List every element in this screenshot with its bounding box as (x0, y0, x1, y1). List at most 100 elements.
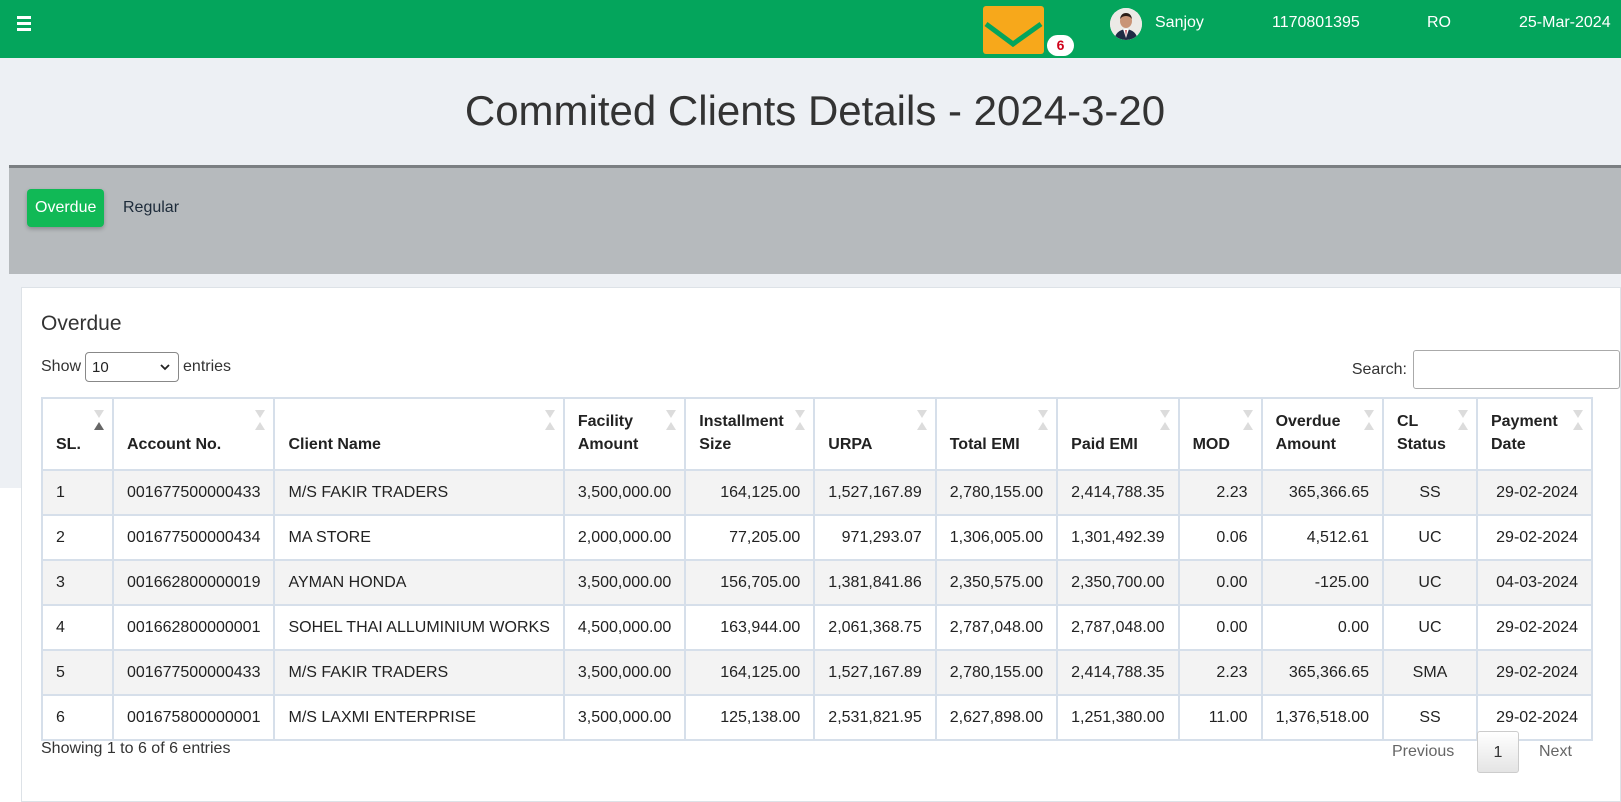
table-cell: 2,061,368.75 (813, 604, 937, 651)
table-cell: 1,527,167.89 (813, 469, 937, 516)
table-cell: 125,138.00 (684, 694, 816, 741)
table-cell: 1,527,167.89 (813, 649, 937, 696)
user-id: 1170801395 (1272, 14, 1360, 31)
table-wrapper: SL. Account No. Client Name Facility Amo… (41, 397, 1621, 741)
sort-icon (795, 409, 806, 433)
sort-icon (1457, 409, 1468, 433)
table-cell: 29-02-2024 (1475, 604, 1593, 651)
table-cell: 1 (41, 469, 114, 516)
search-control: Search: (1352, 350, 1620, 389)
sort-icon (1159, 409, 1170, 433)
table-cell: 1,376,518.00 (1260, 694, 1384, 741)
column-header-payment-date[interactable]: Payment Date (1475, 397, 1593, 471)
table-cell: 29-02-2024 (1475, 649, 1593, 696)
table-cell: 0.00 (1177, 559, 1263, 606)
mail-icon[interactable] (983, 6, 1044, 54)
table-cell: 001677500000434 (111, 514, 276, 561)
entries-select-value: 10 (92, 358, 109, 376)
entries-label: entries (183, 358, 232, 375)
table-cell: 2,350,700.00 (1056, 559, 1180, 606)
table-cell: 3,500,000.00 (562, 559, 687, 606)
column-header-urpa[interactable]: URPA (813, 397, 937, 471)
table-cell: 2,350,575.00 (934, 559, 1059, 606)
user-name: Sanjoy (1155, 14, 1204, 31)
table-cell: 163,944.00 (684, 604, 816, 651)
sort-icon (1242, 409, 1253, 433)
next-page-button[interactable]: Next (1539, 743, 1572, 761)
table-cell: 0.06 (1177, 514, 1263, 561)
show-label: Show (41, 358, 82, 375)
tab-regular[interactable]: Regular (115, 189, 187, 227)
table-cell: 04-03-2024 (1475, 559, 1593, 606)
search-input[interactable] (1413, 350, 1620, 389)
table-cell: 29-02-2024 (1475, 469, 1593, 516)
table-cell: 164,125.00 (684, 649, 816, 696)
table-cell: 971,293.07 (813, 514, 937, 561)
clients-table: SL. Account No. Client Name Facility Amo… (41, 397, 1593, 741)
search-label: Search: (1351, 360, 1407, 378)
table-cell: 2,414,788.35 (1056, 649, 1180, 696)
previous-page-button[interactable]: Previous (1392, 743, 1454, 761)
table-cell: 77,205.00 (684, 514, 816, 561)
table-header-row: SL. Account No. Client Name Facility Amo… (41, 397, 1593, 471)
table-cell: 4,512.61 (1260, 514, 1384, 561)
table-cell: 4,500,000.00 (562, 604, 687, 651)
column-header-facility-amount[interactable]: Facility Amount (562, 397, 687, 471)
overdue-card: Overdue Show 10 entries Search: SL. Acco… (21, 287, 1621, 802)
sort-icon (255, 409, 266, 433)
table-cell: 001662800000001 (111, 604, 276, 651)
table-cell: 365,366.65 (1260, 469, 1384, 516)
column-header-mod[interactable]: MOD (1177, 397, 1263, 471)
card-title: Overdue (41, 312, 122, 335)
table-cell: 2,531,821.95 (813, 694, 937, 741)
table-cell: MA STORE (273, 514, 565, 561)
table-cell: 2,627,898.00 (934, 694, 1059, 741)
table-cell: 1,251,380.00 (1056, 694, 1180, 741)
sort-icon (94, 409, 104, 433)
table-cell: 0.00 (1260, 604, 1384, 651)
table-cell: 11.00 (1177, 694, 1263, 741)
table-cell: 2,780,155.00 (934, 469, 1059, 516)
table-cell: 2 (41, 514, 114, 561)
sort-icon (544, 409, 555, 433)
column-header-total-emi[interactable]: Total EMI (934, 397, 1059, 471)
page-1-button[interactable]: 1 (1477, 731, 1519, 773)
table-cell: 3,500,000.00 (562, 469, 687, 516)
table-cell: UC (1381, 514, 1478, 561)
table-cell: M/S FAKIR TRADERS (273, 649, 565, 696)
table-cell: 001662800000019 (111, 559, 276, 606)
table-cell: 4 (41, 604, 114, 651)
table-cell: SS (1381, 469, 1478, 516)
table-cell: 1,301,492.39 (1056, 514, 1180, 561)
column-header-cl-status[interactable]: CL Status (1381, 397, 1478, 471)
column-header-client-name[interactable]: Client Name (273, 397, 565, 471)
table-body: 1 001677500000433 M/S FAKIR TRADERS 3,500,0… (41, 469, 1593, 741)
column-header-sl[interactable]: SL. (41, 397, 114, 471)
column-header-installment-size[interactable]: Installment Size (684, 397, 816, 471)
table-cell: 3,500,000.00 (562, 694, 687, 741)
table-cell: M/S FAKIR TRADERS (273, 469, 565, 516)
sort-icon (666, 409, 677, 433)
entries-length-control: Show 10 entries (41, 352, 231, 382)
table-row: 4 001662800000001 SOHEL THAI ALLUMINIUM WO… (41, 604, 1593, 651)
table-cell: 001677500000433 (111, 649, 276, 696)
column-header-paid-emi[interactable]: Paid EMI (1056, 397, 1180, 471)
current-date: 25-Mar-2024 (1519, 14, 1611, 31)
chevron-down-icon (160, 363, 170, 370)
table-cell: SMA (1381, 649, 1478, 696)
table-row: 3 001662800000019 AYMAN HONDA 3,500,000.00 1… (41, 559, 1593, 606)
table-row: 5 001677500000433 M/S FAKIR TRADERS 3,500,0… (41, 649, 1593, 696)
hamburger-menu-icon[interactable] (17, 16, 31, 31)
table-cell: 156,705.00 (684, 559, 816, 606)
tab-overdue[interactable]: Overdue (27, 189, 105, 227)
avatar[interactable] (1110, 8, 1142, 40)
table-row: 6 001675800000001 M/S LAXMI ENTERPRISE 3,50… (41, 694, 1593, 741)
table-cell: 2,414,788.35 (1056, 469, 1180, 516)
tab-panel: Overdue Regular (9, 165, 1621, 274)
table-row: 2 001677500000434 MA STORE 2,000,000.00 77,2… (41, 514, 1593, 561)
column-header-overdue-amount[interactable]: Overdue Amount (1260, 397, 1384, 471)
column-header-account-no[interactable]: Account No. (111, 397, 276, 471)
entries-select[interactable]: 10 (85, 352, 180, 382)
sort-icon (916, 409, 927, 433)
table-cell: 001677500000433 (111, 469, 276, 516)
